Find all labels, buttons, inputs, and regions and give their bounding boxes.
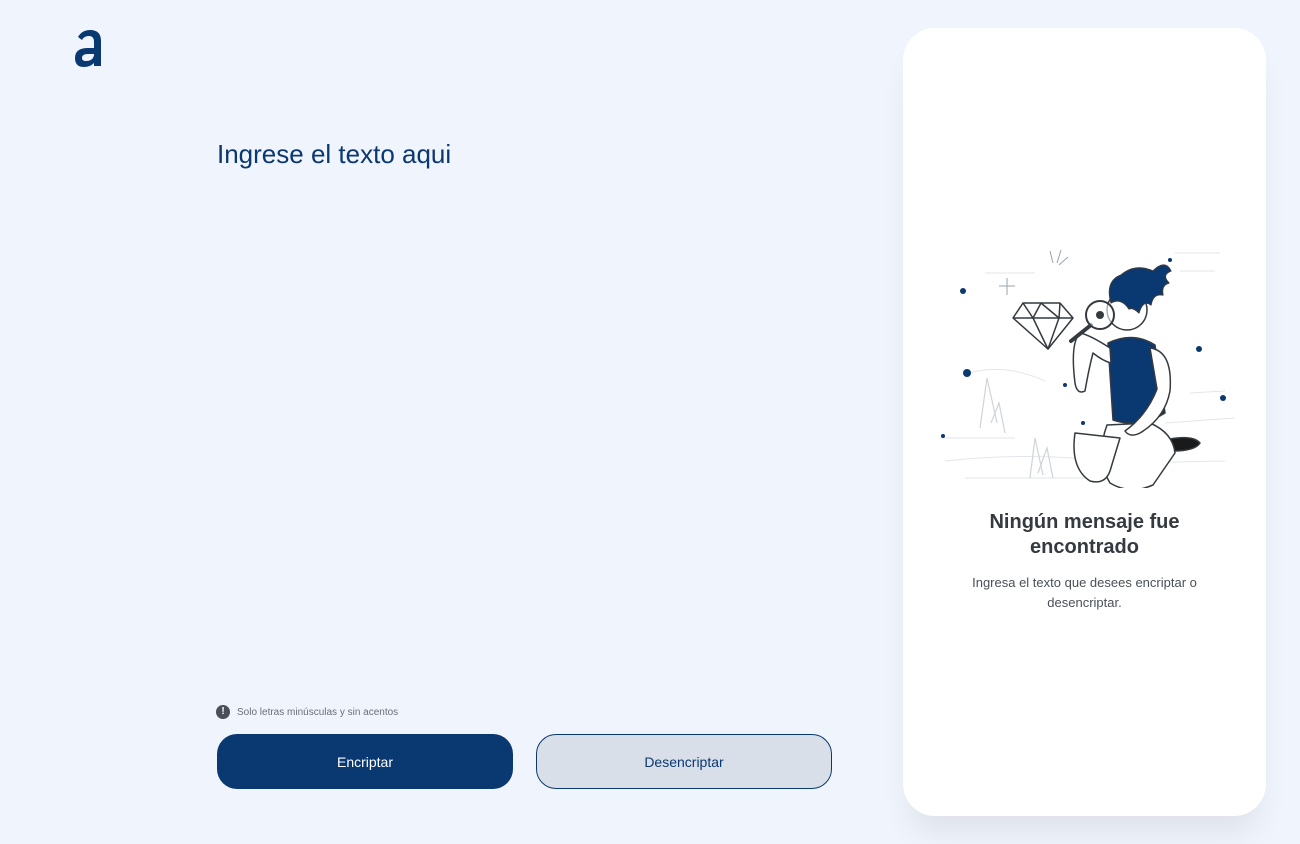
text-input[interactable] [217,134,837,674]
encrypt-button[interactable]: Encriptar [217,734,513,789]
empty-state-title-line-2: encontrado [1030,536,1139,558]
alura-logo-icon [75,30,101,67]
empty-state-message: Ingresa el texto que desees encriptar o … [972,575,1197,610]
page: ! Solo letras minúsculas y sin acentos E… [0,0,1300,844]
input-hint: ! Solo letras minúsculas y sin acentos [216,705,398,719]
empty-state-title-line-1: Ningún mensaje fue [989,511,1180,533]
empty-state-title: Ningún mensaje fue encontrado [903,510,1266,560]
hint-text: Solo letras minúsculas y sin acentos [237,706,399,718]
output-panel: Ningún mensaje fue encontrado Ingresa el… [903,28,1266,816]
info-icon: ! [216,705,230,719]
decrypt-button[interactable]: Desencriptar [536,734,832,789]
person-with-magnifying-glass-illustration [940,249,1236,488]
